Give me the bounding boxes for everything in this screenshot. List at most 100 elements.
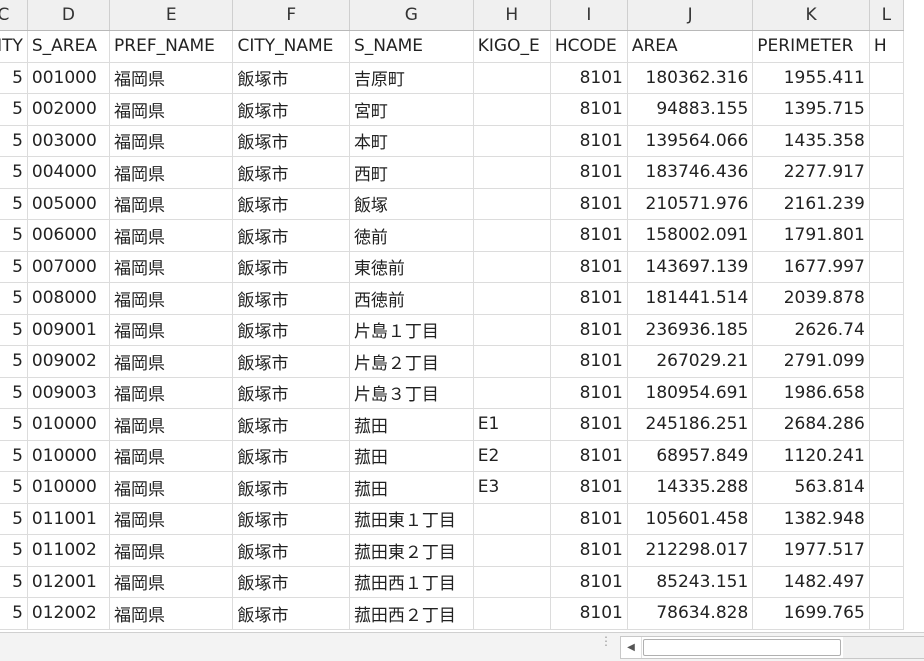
table-cell[interactable]: 8101 bbox=[550, 156, 628, 189]
field-name-cell[interactable]: KIGO_E bbox=[473, 30, 551, 63]
table-cell[interactable] bbox=[473, 314, 551, 346]
table-cell[interactable] bbox=[869, 219, 905, 252]
table-cell[interactable]: 福岡県 bbox=[109, 93, 234, 126]
table-cell[interactable]: 009002 bbox=[27, 345, 111, 378]
table-cell[interactable] bbox=[869, 471, 905, 504]
table-cell[interactable]: 1382.948 bbox=[752, 503, 870, 535]
table-cell[interactable] bbox=[869, 503, 905, 535]
table-cell[interactable]: 012002 bbox=[27, 597, 111, 630]
table-cell[interactable] bbox=[473, 62, 551, 94]
table-cell[interactable]: 菰田西１丁目 bbox=[349, 566, 474, 598]
table-cell[interactable]: 飯塚 bbox=[349, 188, 474, 220]
table-cell[interactable] bbox=[473, 219, 551, 252]
table-cell[interactable]: 011001 bbox=[27, 503, 111, 535]
table-cell[interactable]: 2791.099 bbox=[752, 345, 870, 378]
table-cell[interactable]: 5 bbox=[0, 314, 28, 346]
column-header-c[interactable]: C bbox=[0, 0, 28, 31]
table-cell[interactable]: 94883.155 bbox=[627, 93, 754, 126]
table-cell[interactable]: 福岡県 bbox=[109, 345, 234, 378]
column-header-f[interactable]: F bbox=[232, 0, 350, 31]
table-cell[interactable]: 菰田 bbox=[349, 440, 474, 472]
table-cell[interactable] bbox=[473, 534, 551, 567]
table-cell[interactable]: 片島１丁目 bbox=[349, 314, 474, 346]
table-cell[interactable]: 5 bbox=[0, 566, 28, 598]
table-cell[interactable] bbox=[869, 408, 905, 441]
table-cell[interactable]: 8101 bbox=[550, 408, 628, 441]
table-cell[interactable]: 009001 bbox=[27, 314, 111, 346]
table-cell[interactable]: 8101 bbox=[550, 62, 628, 94]
table-cell[interactable]: 8101 bbox=[550, 219, 628, 252]
field-name-cell[interactable]: AREA bbox=[627, 30, 754, 63]
table-cell[interactable] bbox=[869, 62, 905, 94]
table-cell[interactable]: 5 bbox=[0, 251, 28, 283]
table-cell[interactable]: E3 bbox=[473, 471, 551, 504]
table-cell[interactable] bbox=[869, 377, 905, 409]
table-cell[interactable] bbox=[473, 251, 551, 283]
table-cell[interactable]: 210571.976 bbox=[627, 188, 754, 220]
table-cell[interactable]: 1482.497 bbox=[752, 566, 870, 598]
table-cell[interactable]: 002000 bbox=[27, 93, 111, 126]
column-header-j[interactable]: J bbox=[627, 0, 754, 31]
table-cell[interactable]: 158002.091 bbox=[627, 219, 754, 252]
table-cell[interactable]: 2161.239 bbox=[752, 188, 870, 220]
table-cell[interactable] bbox=[869, 93, 905, 126]
table-cell[interactable]: 福岡県 bbox=[109, 408, 234, 441]
table-cell[interactable]: 飯塚市 bbox=[232, 471, 350, 504]
table-cell[interactable]: 008000 bbox=[27, 282, 111, 315]
table-cell[interactable]: 68957.849 bbox=[627, 440, 754, 472]
table-cell[interactable] bbox=[473, 156, 551, 189]
table-cell[interactable]: 飯塚市 bbox=[232, 156, 350, 189]
column-header-d[interactable]: D bbox=[27, 0, 111, 31]
table-cell[interactable]: 片島３丁目 bbox=[349, 377, 474, 409]
table-cell[interactable]: 8101 bbox=[550, 93, 628, 126]
table-cell[interactable]: 福岡県 bbox=[109, 188, 234, 220]
table-cell[interactable]: 徳前 bbox=[349, 219, 474, 252]
column-header-i[interactable]: I bbox=[550, 0, 628, 31]
table-cell[interactable]: 012001 bbox=[27, 566, 111, 598]
table-cell[interactable]: 飯塚市 bbox=[232, 377, 350, 409]
table-cell[interactable]: 5 bbox=[0, 471, 28, 504]
table-cell[interactable]: 267029.21 bbox=[627, 345, 754, 378]
table-cell[interactable]: 2684.286 bbox=[752, 408, 870, 441]
table-cell[interactable]: 5 bbox=[0, 219, 28, 252]
table-cell[interactable] bbox=[869, 125, 905, 157]
table-cell[interactable]: 飯塚市 bbox=[232, 597, 350, 630]
table-cell[interactable]: 5 bbox=[0, 345, 28, 378]
table-cell[interactable]: 2626.74 bbox=[752, 314, 870, 346]
table-cell[interactable]: 本町 bbox=[349, 125, 474, 157]
table-cell[interactable]: 福岡県 bbox=[109, 314, 234, 346]
table-cell[interactable]: 85243.151 bbox=[627, 566, 754, 598]
horizontal-scrollbar[interactable]: ◀ bbox=[620, 636, 924, 659]
table-cell[interactable]: 181441.514 bbox=[627, 282, 754, 315]
table-cell[interactable]: 飯塚市 bbox=[232, 534, 350, 567]
table-cell[interactable]: 福岡県 bbox=[109, 62, 234, 94]
table-cell[interactable]: 福岡県 bbox=[109, 566, 234, 598]
scroll-left-arrow-icon[interactable]: ◀ bbox=[621, 637, 642, 658]
table-cell[interactable]: 8101 bbox=[550, 534, 628, 567]
table-cell[interactable]: 5 bbox=[0, 534, 28, 567]
table-cell[interactable]: 8101 bbox=[550, 251, 628, 283]
column-header-h[interactable]: H bbox=[473, 0, 551, 31]
table-cell[interactable] bbox=[473, 345, 551, 378]
table-cell[interactable]: E2 bbox=[473, 440, 551, 472]
table-cell[interactable]: 福岡県 bbox=[109, 471, 234, 504]
table-cell[interactable]: 宮町 bbox=[349, 93, 474, 126]
table-cell[interactable]: 236936.185 bbox=[627, 314, 754, 346]
table-cell[interactable]: 5 bbox=[0, 408, 28, 441]
table-cell[interactable]: 1977.517 bbox=[752, 534, 870, 567]
table-cell[interactable]: 563.814 bbox=[752, 471, 870, 504]
table-cell[interactable]: 飯塚市 bbox=[232, 188, 350, 220]
table-cell[interactable] bbox=[869, 597, 905, 630]
table-cell[interactable]: 5 bbox=[0, 62, 28, 94]
table-cell[interactable]: 飯塚市 bbox=[232, 503, 350, 535]
table-cell[interactable]: 福岡県 bbox=[109, 534, 234, 567]
column-header-k[interactable]: K bbox=[752, 0, 870, 31]
table-cell[interactable]: 14335.288 bbox=[627, 471, 754, 504]
table-cell[interactable]: 福岡県 bbox=[109, 156, 234, 189]
table-cell[interactable] bbox=[869, 282, 905, 315]
table-cell[interactable]: 1699.765 bbox=[752, 597, 870, 630]
table-cell[interactable] bbox=[473, 125, 551, 157]
field-name-cell[interactable]: PREF_NAME bbox=[109, 30, 234, 63]
table-cell[interactable]: 1677.997 bbox=[752, 251, 870, 283]
table-cell[interactable] bbox=[869, 440, 905, 472]
